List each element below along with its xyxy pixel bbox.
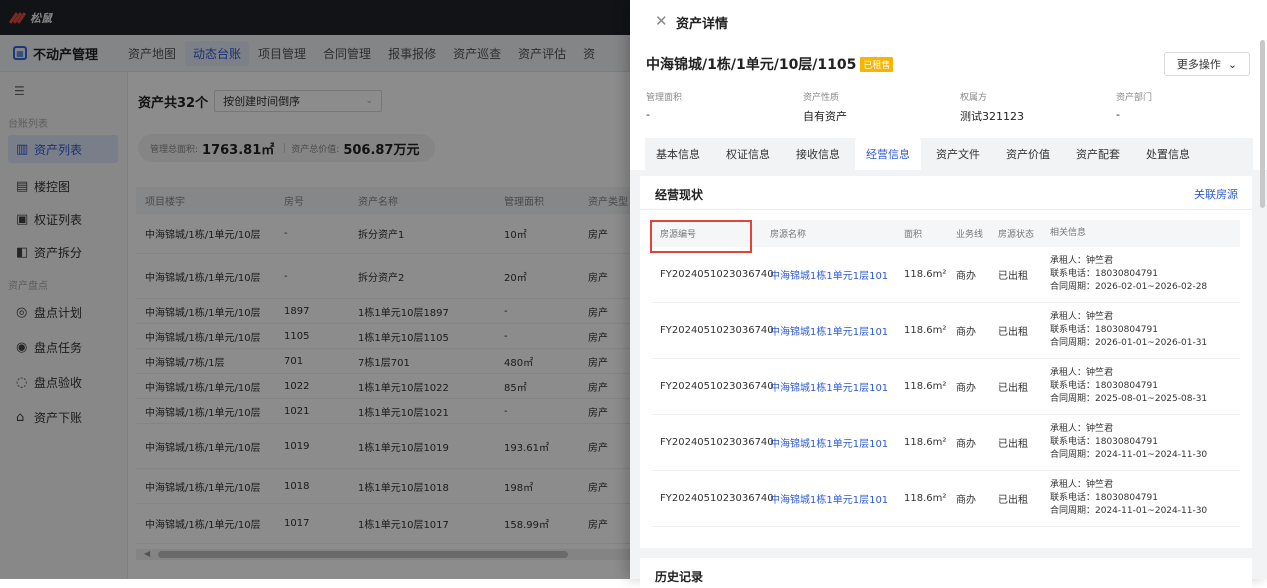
drawer-title: 资产详情: [676, 17, 729, 32]
history-card: 历史记录: [640, 558, 1252, 588]
meta-value: -: [646, 108, 650, 121]
table-row: FY2024051023036740 中海锦城1栋1单元1层101 118.6m…: [652, 415, 1240, 471]
tab-disposal-info[interactable]: 处置信息: [1135, 138, 1201, 170]
tab-operation-info[interactable]: 经营信息: [855, 138, 921, 170]
status-badge: 已租售: [860, 56, 894, 72]
operation-status-card: 经营现状 关联房源 房源编号 房源名称 面积 业务线 房源状态 相关信息 FY2…: [640, 176, 1252, 548]
tab-certificate-info[interactable]: 权证信息: [715, 138, 781, 170]
table-header: 房源编号 房源名称 面积 业务线 房源状态 相关信息: [652, 220, 1240, 247]
detail-tabs: 基本信息 权证信息 接收信息 经营信息 资产文件 资产价值 资产配套 处置信息: [645, 138, 1205, 170]
tab-asset-value[interactable]: 资产价值: [995, 138, 1061, 170]
house-table: 房源编号 房源名称 面积 业务线 房源状态 相关信息 FY20240510230…: [652, 220, 1240, 527]
house-name-link[interactable]: 中海锦城1栋1单元1层101: [770, 491, 904, 506]
house-name-link[interactable]: 中海锦城1栋1单元1层101: [770, 379, 904, 394]
table-row: FY2024051023036740 中海锦城1栋1单元1层101 118.6m…: [652, 247, 1240, 303]
link-house-button[interactable]: 关联房源: [1194, 186, 1238, 202]
asset-detail-drawer: ✕ 资产详情 中海锦城/1栋/1单元/10层/1105 已租售 更多操作 ⌄ 管…: [630, 0, 1267, 588]
close-icon[interactable]: ✕: [655, 12, 668, 30]
house-name-link[interactable]: 中海锦城1栋1单元1层101: [770, 323, 904, 338]
tab-asset-facilities[interactable]: 资产配套: [1065, 138, 1131, 170]
chevron-down-icon: ⌄: [1227, 57, 1238, 71]
house-name-link[interactable]: 中海锦城1栋1单元1层101: [770, 267, 904, 282]
history-title: 历史记录: [655, 570, 704, 584]
meta-label: 资产部门: [1116, 93, 1153, 103]
tab-receive-info[interactable]: 接收信息: [785, 138, 851, 170]
meta-label: 管理面积: [646, 93, 683, 103]
meta-value: 测试321123: [960, 110, 1024, 123]
modal-overlay[interactable]: [0, 0, 645, 579]
meta-label: 资产性质: [803, 93, 840, 103]
table-row: FY2024051023036740 中海锦城1栋1单元1层101 118.6m…: [652, 303, 1240, 359]
vertical-scrollbar[interactable]: [1260, 40, 1265, 208]
tab-asset-files[interactable]: 资产文件: [925, 138, 991, 170]
table-row: FY2024051023036740 中海锦城1栋1单元1层101 118.6m…: [652, 471, 1240, 527]
section-title: 经营现状: [655, 188, 704, 202]
meta-label: 权属方: [960, 93, 988, 103]
tab-basic-info[interactable]: 基本信息: [645, 138, 711, 170]
more-actions-button[interactable]: 更多操作 ⌄: [1164, 52, 1250, 76]
meta-value: 自有资产: [803, 110, 847, 123]
house-name-link[interactable]: 中海锦城1栋1单元1层101: [770, 435, 904, 450]
table-row: FY2024051023036740 中海锦城1栋1单元1层101 118.6m…: [652, 359, 1240, 415]
meta-value: -: [1116, 108, 1120, 121]
asset-name: 中海锦城/1栋/1单元/10层/1105 已租售: [646, 54, 894, 74]
